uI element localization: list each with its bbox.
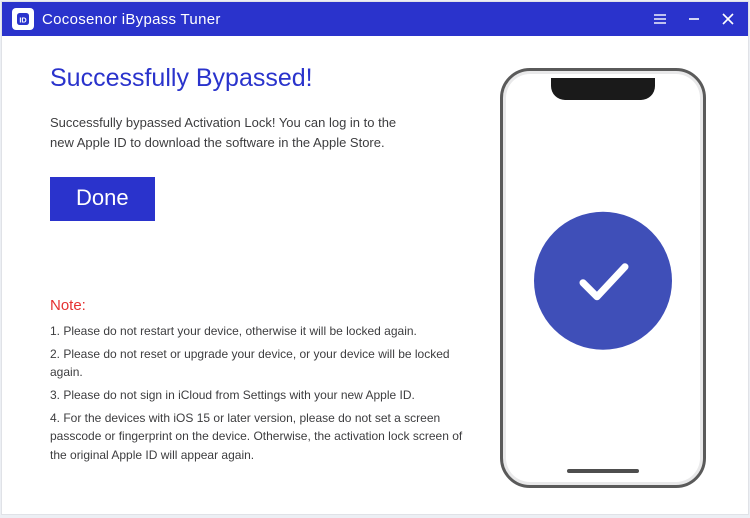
app-window: ID Cocosenor iBypass Tuner	[2, 2, 748, 514]
note-item: 2. Please do not reset or upgrade your d…	[50, 345, 468, 382]
success-check-icon	[534, 212, 672, 350]
note-title: Note:	[50, 297, 468, 314]
phone-home-indicator	[567, 469, 639, 473]
app-logo-icon: ID	[12, 8, 34, 30]
phone-notch	[551, 78, 655, 100]
note-block: Note: 1. Please do not restart your devi…	[50, 297, 468, 464]
app-title: Cocosenor iBypass Tuner	[42, 11, 221, 28]
note-item: 4. For the devices with iOS 15 or later …	[50, 409, 468, 465]
minimize-button[interactable]	[680, 6, 708, 32]
right-column	[488, 64, 718, 494]
window-controls	[646, 6, 742, 32]
svg-text:ID: ID	[19, 15, 26, 24]
note-item: 3. Please do not sign in iCloud from Set…	[50, 386, 468, 405]
menu-button[interactable]	[646, 6, 674, 32]
success-description: Successfully bypassed Activation Lock! Y…	[50, 113, 420, 153]
note-list: 1. Please do not restart your device, ot…	[50, 322, 468, 464]
close-button[interactable]	[714, 6, 742, 32]
done-button[interactable]: Done	[50, 177, 155, 221]
left-column: Successfully Bypassed! Successfully bypa…	[50, 64, 488, 494]
phone-mockup	[500, 68, 706, 488]
content-area: Successfully Bypassed! Successfully bypa…	[2, 36, 748, 514]
titlebar: ID Cocosenor iBypass Tuner	[2, 2, 748, 36]
page-title: Successfully Bypassed!	[50, 64, 468, 93]
note-item: 1. Please do not restart your device, ot…	[50, 322, 468, 341]
